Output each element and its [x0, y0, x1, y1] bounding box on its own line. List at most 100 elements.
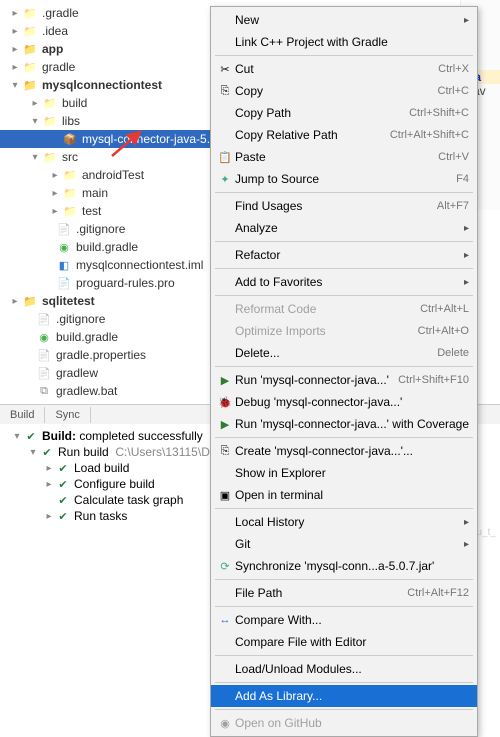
module-icon: [22, 77, 38, 93]
module-icon: [22, 293, 38, 309]
menu-separator: [215, 366, 473, 367]
expand-icon[interactable]: [28, 98, 42, 109]
file-icon: [36, 383, 52, 399]
submenu-icon: ▸: [457, 277, 469, 288]
menu-create-config[interactable]: ⎘Create 'mysql-connector-java...'...: [211, 440, 477, 462]
expand-icon[interactable]: [8, 62, 22, 73]
check-icon: ✔: [56, 494, 70, 507]
shortcut: Ctrl+Shift+F10: [398, 374, 469, 386]
menu-link-cpp[interactable]: Link C++ Project with Gradle: [211, 31, 477, 53]
menu-compare-with[interactable]: ↔Compare With...: [211, 609, 477, 631]
coverage-icon: ▶: [215, 418, 235, 431]
build-task: Calculate task graph: [74, 493, 183, 507]
expand-icon[interactable]: [48, 170, 62, 181]
submenu-icon: ▸: [457, 517, 469, 528]
tree-label: build.gradle: [56, 330, 118, 344]
collapse-icon[interactable]: [26, 447, 40, 458]
tree-label: libs: [62, 114, 80, 128]
menu-show-explorer[interactable]: Show in Explorer: [211, 462, 477, 484]
tree-label: app: [42, 42, 63, 56]
tree-label: gradlew.bat: [56, 384, 117, 398]
menu-coverage[interactable]: ▶Run 'mysql-connector-java...' with Cove…: [211, 413, 477, 435]
build-title: Build:: [42, 429, 76, 443]
check-icon: ✔: [24, 430, 38, 443]
menu-synchronize[interactable]: ⟳Synchronize 'mysql-conn...a-5.0.7.jar': [211, 555, 477, 577]
tree-label: .idea: [42, 24, 68, 38]
menu-refactor[interactable]: Refactor▸: [211, 244, 477, 266]
file-icon: [36, 311, 52, 327]
expand-icon[interactable]: [48, 188, 62, 199]
expand-icon[interactable]: [42, 479, 56, 490]
jar-icon: [62, 131, 78, 147]
menu-local-history[interactable]: Local History▸: [211, 511, 477, 533]
check-icon: ✔: [56, 478, 70, 491]
menu-add-as-library[interactable]: Add As Library...: [211, 685, 477, 707]
tree-label: gradle: [42, 60, 75, 74]
check-icon: ✔: [56, 462, 70, 475]
menu-file-path[interactable]: File PathCtrl+Alt+F12: [211, 582, 477, 604]
menu-favorites[interactable]: Add to Favorites▸: [211, 271, 477, 293]
menu-separator: [215, 437, 473, 438]
check-icon: ✔: [40, 446, 54, 459]
expand-icon[interactable]: [8, 8, 22, 19]
expand-icon[interactable]: [42, 463, 56, 474]
menu-copy[interactable]: ⎘CopyCtrl+C: [211, 80, 477, 102]
tree-label: gradlew: [56, 366, 98, 380]
module-icon: [22, 41, 38, 57]
collapse-icon[interactable]: [28, 152, 42, 163]
tab-sync[interactable]: Sync: [45, 407, 90, 423]
folder-icon: [22, 23, 38, 39]
expand-icon[interactable]: [8, 44, 22, 55]
menu-analyze[interactable]: Analyze▸: [211, 217, 477, 239]
menu-jump-source[interactable]: ✦Jump to SourceF4: [211, 168, 477, 190]
collapse-icon[interactable]: [28, 116, 42, 127]
menu-open-terminal[interactable]: ▣Open in terminal: [211, 484, 477, 506]
menu-compare-editor[interactable]: Compare File with Editor: [211, 631, 477, 653]
file-icon: [56, 221, 72, 237]
expand-icon[interactable]: [8, 26, 22, 37]
collapse-icon[interactable]: [10, 431, 24, 442]
folder-icon: [62, 167, 78, 183]
gradle-icon: [36, 329, 52, 345]
expand-icon[interactable]: [8, 296, 22, 307]
menu-load-unload[interactable]: Load/Unload Modules...: [211, 658, 477, 680]
menu-delete[interactable]: Delete...Delete: [211, 342, 477, 364]
expand-icon[interactable]: [48, 206, 62, 217]
tree-label: .gitignore: [76, 222, 125, 236]
context-menu: New▸ Link C++ Project with Gradle ✂CutCt…: [210, 6, 478, 737]
shortcut: Ctrl+X: [438, 63, 469, 75]
folder-icon: [42, 95, 58, 111]
tree-label: proguard-rules.pro: [76, 276, 175, 290]
file-icon: [56, 275, 72, 291]
menu-reformat: Reformat CodeCtrl+Alt+L: [211, 298, 477, 320]
submenu-icon: ▸: [457, 539, 469, 550]
copy-icon: ⎘: [215, 85, 235, 98]
expand-icon[interactable]: [42, 511, 56, 522]
run-icon: ▶: [215, 374, 235, 387]
tab-build[interactable]: Build: [0, 407, 45, 423]
tree-label: mysqlconnectiontest.iml: [76, 258, 203, 272]
menu-new[interactable]: New▸: [211, 9, 477, 31]
menu-run[interactable]: ▶Run 'mysql-connector-java...'Ctrl+Shift…: [211, 369, 477, 391]
collapse-icon[interactable]: [8, 80, 22, 91]
menu-copy-rel-path[interactable]: Copy Relative PathCtrl+Alt+Shift+C: [211, 124, 477, 146]
menu-git[interactable]: Git▸: [211, 533, 477, 555]
shortcut: Delete: [437, 347, 469, 359]
menu-separator: [215, 606, 473, 607]
shortcut: Ctrl+C: [438, 85, 469, 97]
menu-separator: [215, 655, 473, 656]
tree-label: test: [82, 204, 101, 218]
menu-debug[interactable]: 🐞Debug 'mysql-connector-java...': [211, 391, 477, 413]
menu-separator: [215, 709, 473, 710]
file-icon: [36, 365, 52, 381]
compare-icon: ↔: [215, 614, 235, 626]
folder-icon: [42, 113, 58, 129]
menu-paste[interactable]: 📋PasteCtrl+V: [211, 146, 477, 168]
menu-find-usages[interactable]: Find UsagesAlt+F7: [211, 195, 477, 217]
folder-icon: [42, 149, 58, 165]
menu-cut[interactable]: ✂CutCtrl+X: [211, 58, 477, 80]
menu-copy-path[interactable]: Copy PathCtrl+Shift+C: [211, 102, 477, 124]
paste-icon: 📋: [215, 151, 235, 164]
tree-label: androidTest: [82, 168, 144, 182]
shortcut: Ctrl+Alt+F12: [407, 587, 469, 599]
